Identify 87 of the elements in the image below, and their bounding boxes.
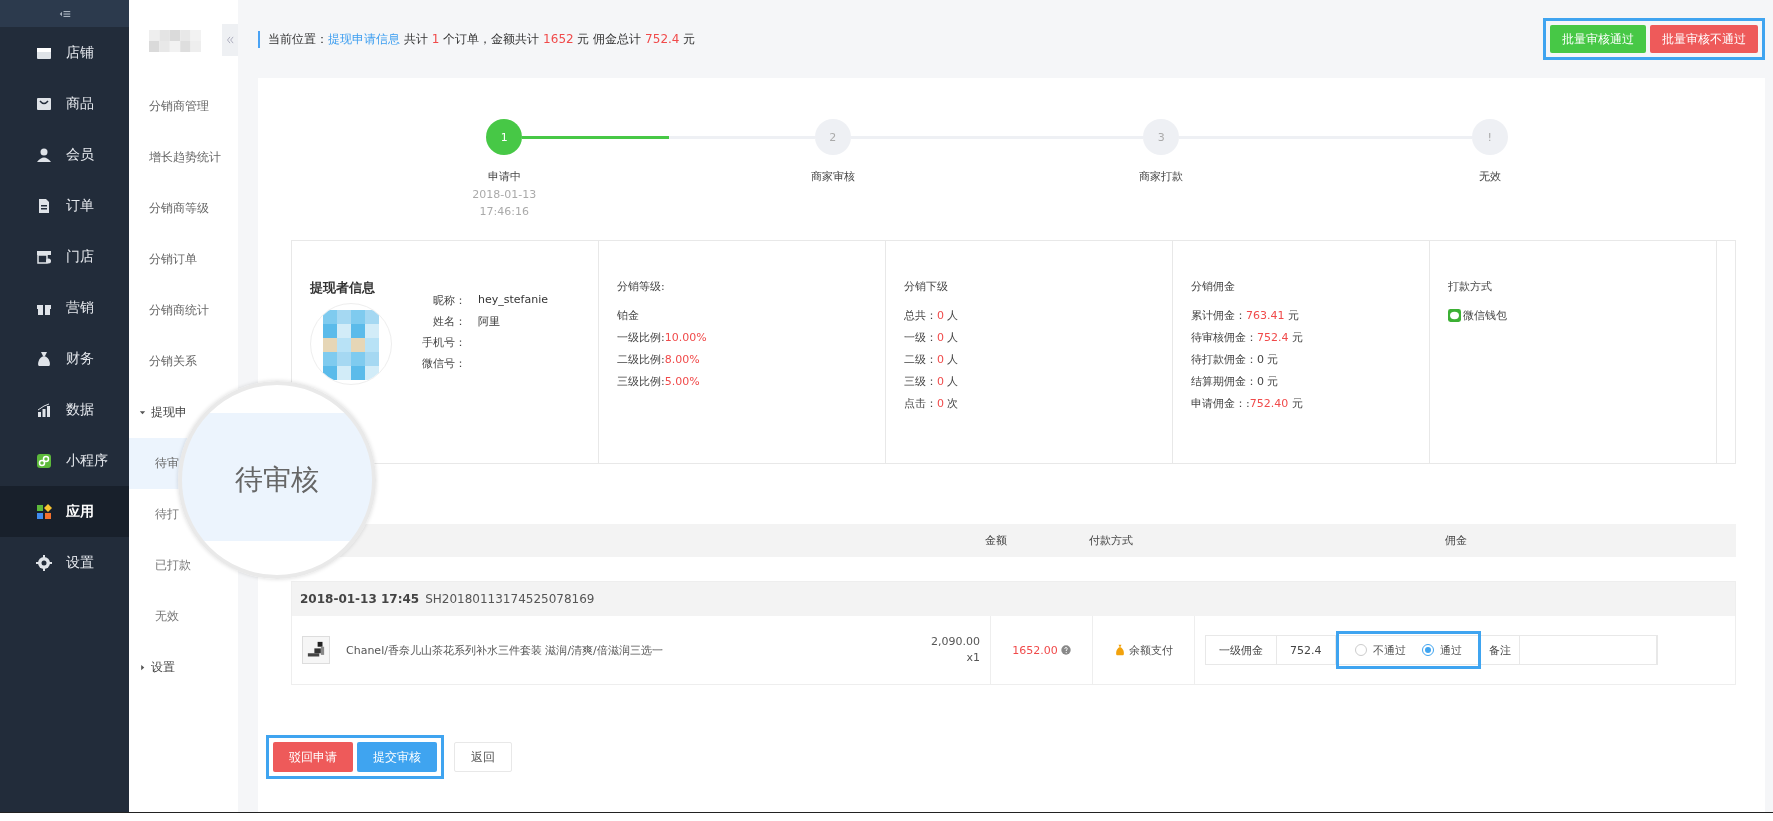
sidebar-item[interactable]: 应用 <box>0 486 130 537</box>
field-label: 微信号： <box>422 356 466 371</box>
info-line: 一级：0 人 <box>904 330 960 345</box>
help-icon <box>1060 645 1071 655</box>
apps-icon <box>36 503 52 520</box>
sidebar-item[interactable]: 数据 <box>0 384 130 435</box>
step-label: 申请中 <box>487 169 521 184</box>
field-label: 姓名： <box>432 314 466 329</box>
step-number: ! <box>1471 119 1508 155</box>
submenu-item[interactable]: 分销商统计 <box>129 285 238 336</box>
info-line: 点击：0 次 <box>904 396 960 411</box>
product-price: 2,090.00 <box>931 634 980 650</box>
submenu-item[interactable]: 分销商等级 <box>129 183 238 234</box>
column-title: 打款方式 <box>1448 279 1493 294</box>
money-bag-icon <box>36 350 52 367</box>
double-chevron-left-icon <box>225 35 235 45</box>
caret-right-icon <box>139 664 147 671</box>
shop-icon <box>36 248 52 265</box>
step-label: 无效 <box>1478 169 1501 184</box>
breadcrumb-label: 当前位置： <box>268 30 328 48</box>
sidebar-item[interactable]: 设置 <box>0 537 130 588</box>
order-number: SH20180113174525078169 <box>425 592 595 606</box>
sidebar-item[interactable]: 订单 <box>0 180 130 231</box>
summary-text: 共计 1 个订单，金额共计 1652 元 佣金总计 752.4 元 <box>404 30 696 48</box>
field-value: hey_stefanie <box>478 293 548 308</box>
caret-down-icon <box>139 409 147 416</box>
column-title: 分销下级 <box>904 279 949 294</box>
info-line: 三级：0 人 <box>904 374 960 389</box>
info-line: 三级比例:5.00% <box>617 374 701 389</box>
step-number: 1 <box>486 119 523 155</box>
step-number: 3 <box>1143 119 1180 155</box>
info-line: 结算期佣金：0 元 <box>1191 374 1280 389</box>
submenu-item[interactable]: 增长趋势统计 <box>129 132 238 183</box>
column-header: 佣金 <box>1444 533 1468 548</box>
column-header: 金额 <box>984 533 1008 548</box>
info-line: 申请佣金：:752.40 元 <box>1191 396 1304 411</box>
field-value: 阿里 <box>478 314 501 329</box>
step-number: 2 <box>814 119 851 155</box>
action-button[interactable]: 返回 <box>454 742 512 772</box>
submenu-group[interactable]: 设置 <box>129 642 238 693</box>
bar-chart-icon <box>36 401 52 418</box>
info-line: 铂金 <box>617 308 640 323</box>
payment-method: 微信钱包 <box>1463 308 1507 323</box>
step-label: 商家审核 <box>810 169 855 184</box>
info-line: 累计佣金：763.41 元 <box>1191 308 1300 323</box>
column-title: 分销佣金 <box>1191 279 1236 294</box>
info-line: 总共：0 人 <box>904 308 960 323</box>
step-date: 2018-01-13 <box>472 188 537 201</box>
info-line: 待打款佣金：0 元 <box>1191 352 1280 367</box>
sidebar-item[interactable]: 财务 <box>0 333 130 384</box>
sidebar-item[interactable]: 商品 <box>0 78 130 129</box>
submenu-item[interactable]: 分销订单 <box>129 234 238 285</box>
submenu-item[interactable]: 无效 <box>129 591 238 642</box>
money-bag-icon <box>1114 644 1126 656</box>
chat-bubble-icon <box>1448 309 1461 322</box>
step-label: 商家打款 <box>1139 169 1184 184</box>
collapse-bar[interactable] <box>0 0 130 27</box>
product-quantity: x1 <box>965 650 980 666</box>
column-title: 分销等级: <box>617 279 666 294</box>
radio-option[interactable]: 通过 <box>1421 642 1462 658</box>
info-line: 二级比例:8.00% <box>617 352 701 367</box>
section-title: 提现者信息 <box>310 279 376 297</box>
field-label: 昵称： <box>432 293 466 308</box>
document-icon <box>36 197 52 214</box>
mini-program-icon <box>36 452 52 469</box>
info-line: 一级比例:10.00% <box>617 330 708 345</box>
info-line: 二级：0 人 <box>904 352 960 367</box>
sidebar-item[interactable]: 店铺 <box>0 27 130 78</box>
sidebar-item[interactable]: 门店 <box>0 231 130 282</box>
sidebar-item[interactable]: 营销 <box>0 282 130 333</box>
radio-option[interactable]: 不通过 <box>1354 642 1406 658</box>
payment-type: 余额支付 <box>1129 642 1173 658</box>
remark-label: 备注 <box>1487 642 1512 658</box>
product-name: Chanel/香奈儿山茶花系列补水三件套装 滋润/清爽/倍滋润三选一 <box>346 642 664 658</box>
collapse-tab[interactable] <box>222 24 238 56</box>
step-time: 17:46:16 <box>479 205 529 218</box>
field-label: 手机号： <box>422 335 466 350</box>
commission-value: 752.4 <box>1277 636 1336 664</box>
order-date: 2018-01-13 17:45 <box>300 592 420 606</box>
person-icon <box>36 146 52 163</box>
info-line: 待审核佣金：752.4 元 <box>1191 330 1304 345</box>
order-amount: 1652.00 <box>1012 643 1058 657</box>
commission-label: 一级佣金 <box>1206 636 1277 664</box>
sidebar-item[interactable]: 会员 <box>0 129 130 180</box>
sidebar-item[interactable]: 小程序 <box>0 435 130 486</box>
submenu-item[interactable]: 分销商管理 <box>129 81 238 132</box>
column-header: 付款方式 <box>1088 533 1134 548</box>
